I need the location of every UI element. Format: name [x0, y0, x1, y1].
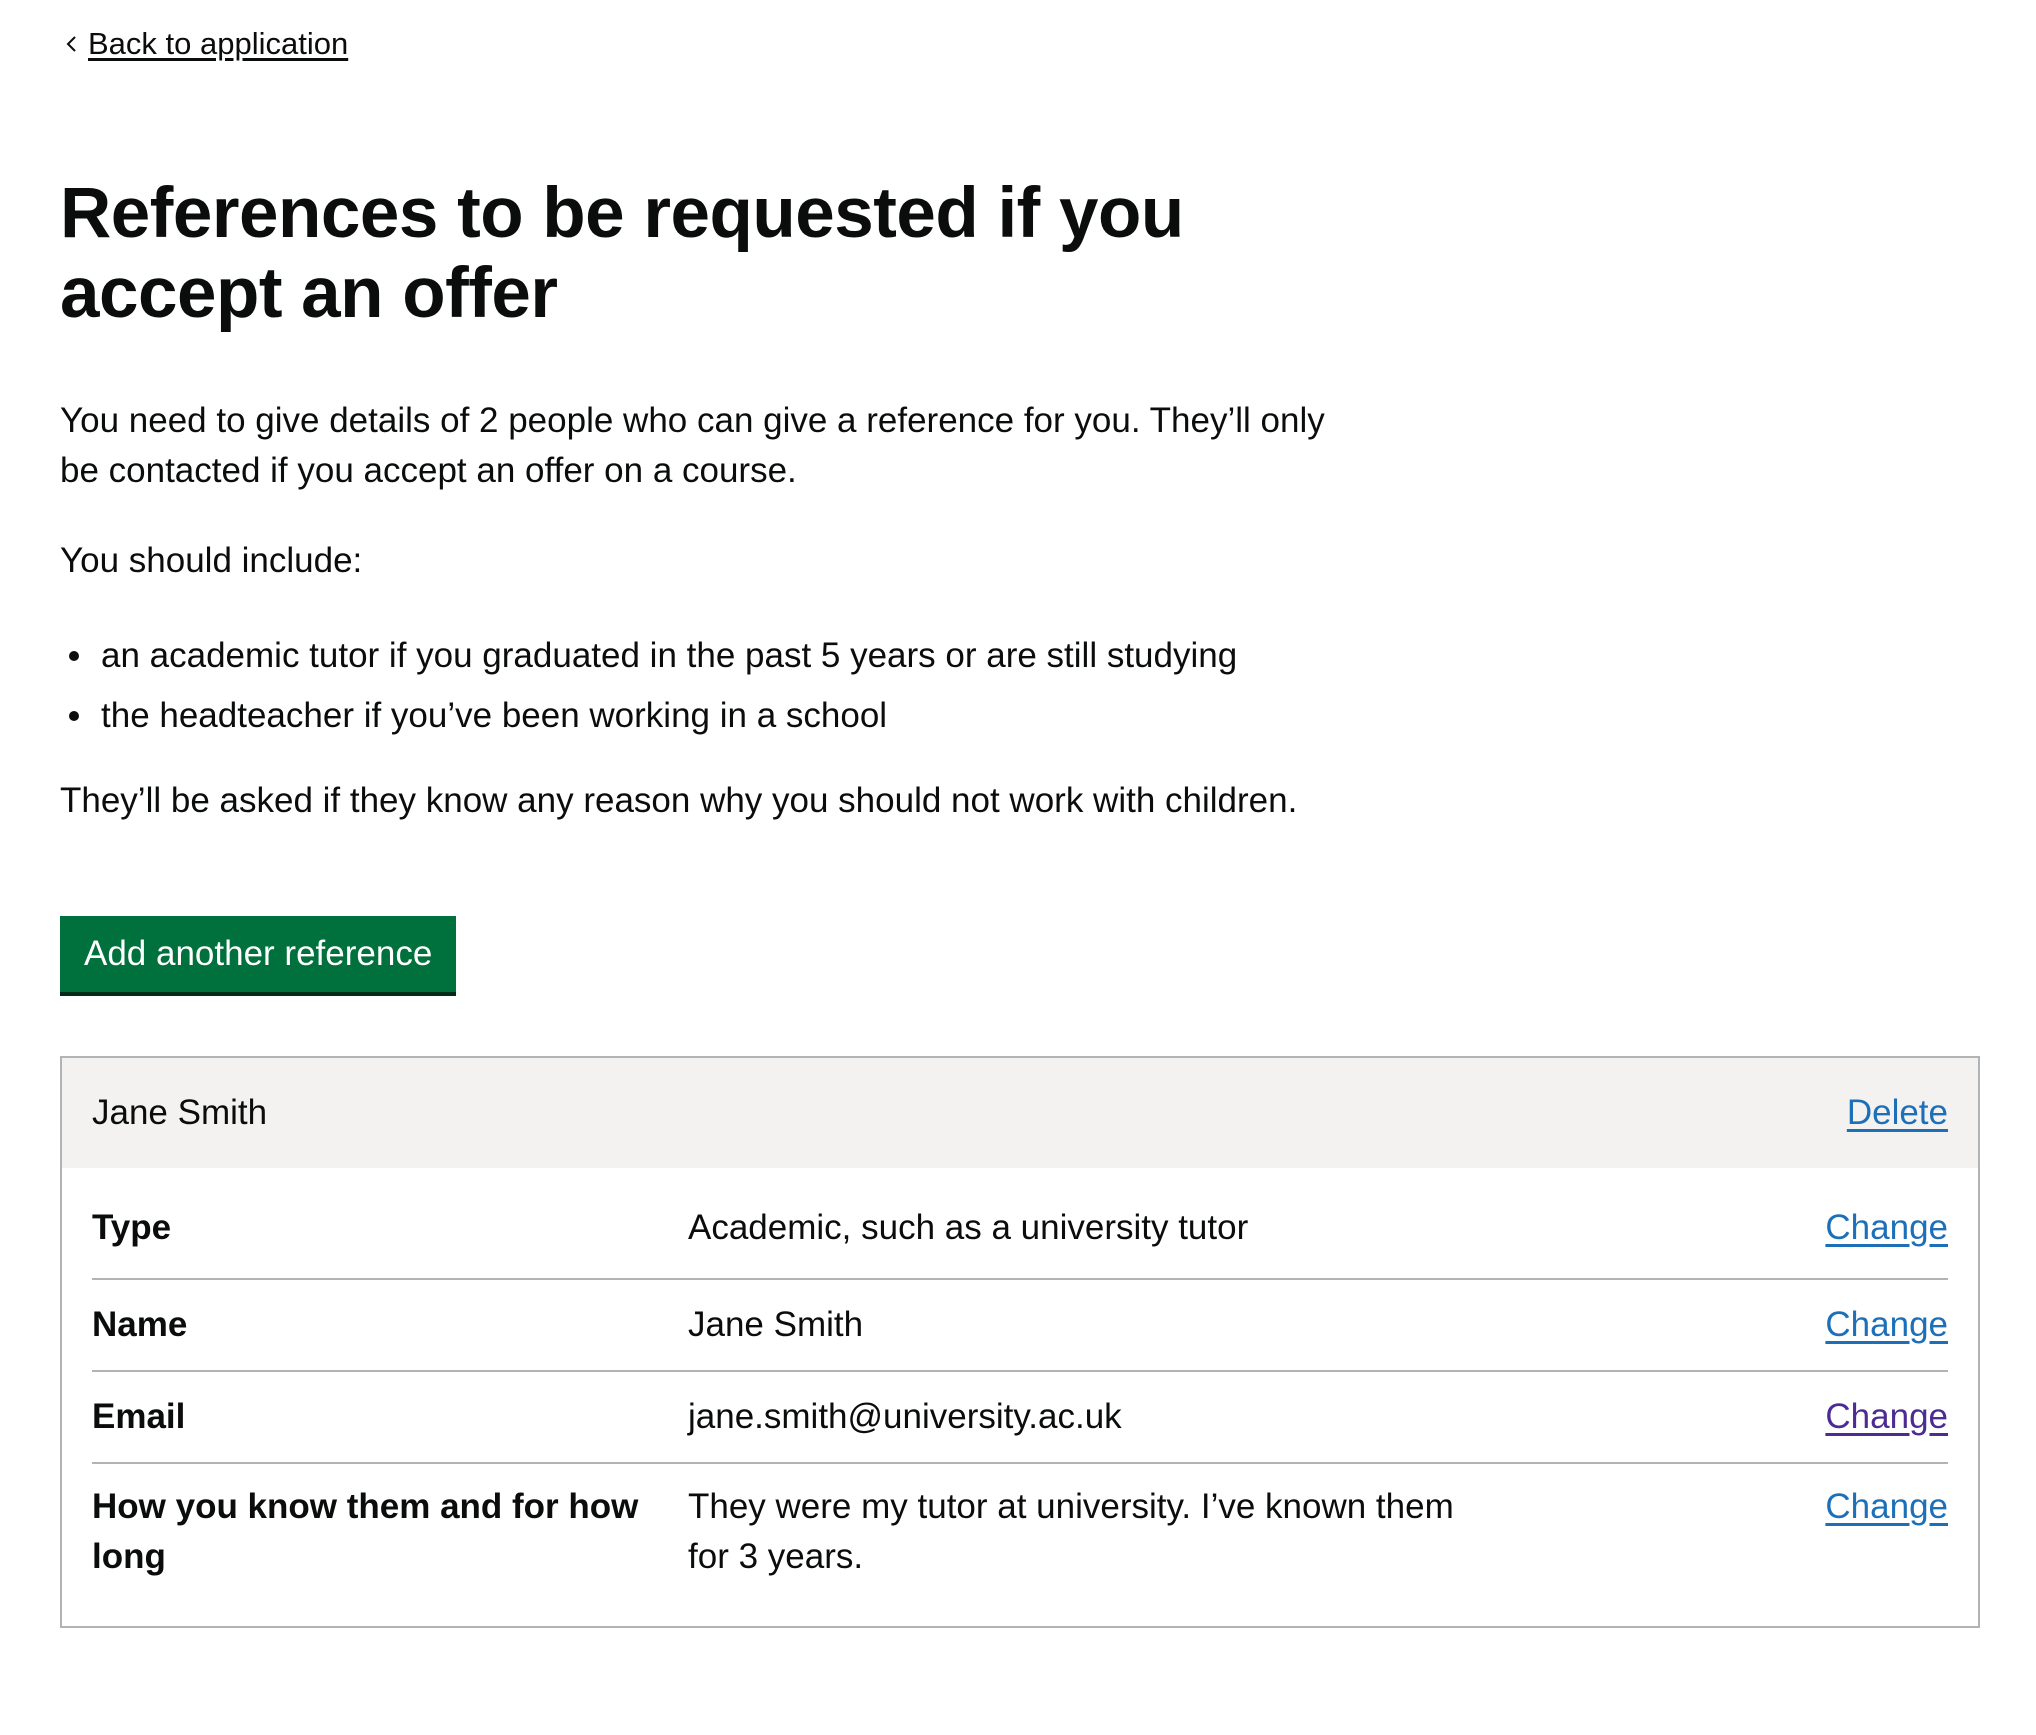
summary-value: jane.smith@university.ac.uk [688, 1397, 1122, 1436]
back-link-label: Back to application [88, 26, 349, 61]
summary-row-type: Type Academic, such as a university tuto… [92, 1168, 1948, 1280]
summary-list: Type Academic, such as a university tuto… [62, 1168, 1978, 1582]
summary-key: How you know them and for how long [92, 1487, 639, 1576]
summary-row-email: Email jane.smith@university.ac.uk Change [92, 1372, 1948, 1464]
delete-reference-link[interactable]: Delete [1847, 1093, 1948, 1133]
change-email-link[interactable]: Change [1825, 1392, 1948, 1442]
chevron-left-icon [60, 28, 86, 60]
include-lead-text: You should include: [60, 541, 363, 580]
bullet-icon [69, 711, 79, 721]
reference-card-header: Jane Smith Delete [62, 1058, 1978, 1168]
page-title: References to be requested if you accept… [60, 174, 1184, 333]
summary-key: Name [92, 1305, 188, 1344]
list-item-text: the headteacher if you’ve been working i… [101, 696, 888, 735]
intro-text: You need to give details of 2 people who… [60, 401, 1325, 490]
summary-value: Jane Smith [688, 1305, 864, 1344]
bullet-icon [69, 651, 79, 661]
list-item: an academic tutor if you graduated in th… [60, 626, 1237, 686]
change-type-link[interactable]: Change [1825, 1203, 1948, 1253]
reference-card: Jane Smith Delete Type Academic, such as… [60, 1056, 1980, 1628]
warning-text: They’ll be asked if they know any reason… [60, 781, 1298, 820]
summary-value: They were my tutor at university. I’ve k… [688, 1487, 1454, 1576]
back-link[interactable]: Back to application [60, 26, 348, 62]
include-list: an academic tutor if you graduated in th… [60, 626, 1237, 746]
reference-card-title: Jane Smith [92, 1093, 268, 1132]
list-item: the headteacher if you’ve been working i… [60, 686, 1237, 746]
change-relationship-link[interactable]: Change [1825, 1482, 1948, 1532]
summary-key: Email [92, 1397, 186, 1436]
add-another-reference-button[interactable]: Add another reference [60, 916, 457, 992]
summary-row-relationship: How you know them and for how long They … [92, 1464, 1948, 1582]
list-item-text: an academic tutor if you graduated in th… [101, 636, 1238, 675]
change-name-link[interactable]: Change [1825, 1300, 1948, 1350]
summary-value: Academic, such as a university tutor [688, 1208, 1249, 1247]
summary-row-name: Name Jane Smith Change [92, 1280, 1948, 1372]
summary-key: Type [92, 1208, 172, 1247]
